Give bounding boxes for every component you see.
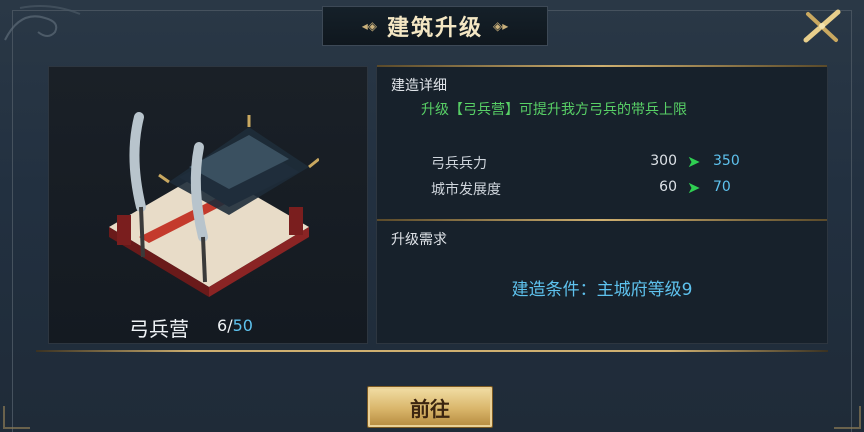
close-crossed-blades-icon <box>803 9 841 43</box>
building-level: 6/50 <box>217 316 253 335</box>
building-name: 弓兵营 <box>129 317 189 341</box>
barracks-building-icon <box>109 112 319 297</box>
stat-row: 弓兵兵力 300 ➤ 350 <box>431 152 740 175</box>
section-divider <box>377 65 827 67</box>
details-section-label: 建造详细 <box>391 78 447 94</box>
stat-row: 城市发展度 60 ➤ 70 <box>431 178 731 201</box>
title-bar: ◂◈ 建筑升级 ◈▸ <box>322 6 548 46</box>
corner-ornament-icon <box>3 406 30 429</box>
section-divider <box>377 219 827 221</box>
stat-new-value: 70 <box>713 179 731 195</box>
requirement-text: 建造条件：主城府等级9 <box>511 280 693 300</box>
stat-new-value: 350 <box>713 153 740 169</box>
requirements-section-label: 升级需求 <box>391 232 447 248</box>
current-level: 6 <box>217 316 228 335</box>
stat-name: 弓兵兵力 <box>431 156 487 172</box>
building-upgrade-dialog: ◂◈ 建筑升级 ◈▸ 弓兵营 6/50 建造详细 升级【弓兵营】可提升我方弓兵的… <box>0 0 864 432</box>
upgrade-description: 升级【弓兵营】可提升我方弓兵的带兵上限 <box>421 102 687 118</box>
close-button[interactable] <box>800 6 844 46</box>
details-panel: 建造详细 升级【弓兵营】可提升我方弓兵的带兵上限 弓兵兵力 300 ➤ 350 … <box>376 65 828 344</box>
max-level: 50 <box>232 316 253 335</box>
bottom-divider <box>36 350 828 352</box>
building-preview-panel: 弓兵营 6/50 <box>48 66 368 344</box>
corner-ornament-icon <box>4 5 81 41</box>
dialog-title: 建筑升级 <box>386 16 483 41</box>
title-ornament-left-icon: ◂◈ <box>361 19 377 33</box>
go-button[interactable]: 前往 <box>367 386 493 428</box>
right-arrow-icon: ➤ <box>687 152 701 171</box>
stat-name: 城市发展度 <box>431 182 501 198</box>
stat-old-value: 60 <box>659 179 677 195</box>
corner-ornament-icon <box>834 406 861 429</box>
stat-old-value: 300 <box>650 153 677 169</box>
right-arrow-icon: ➤ <box>687 178 701 197</box>
title-ornament-right-icon: ◈▸ <box>493 19 509 33</box>
